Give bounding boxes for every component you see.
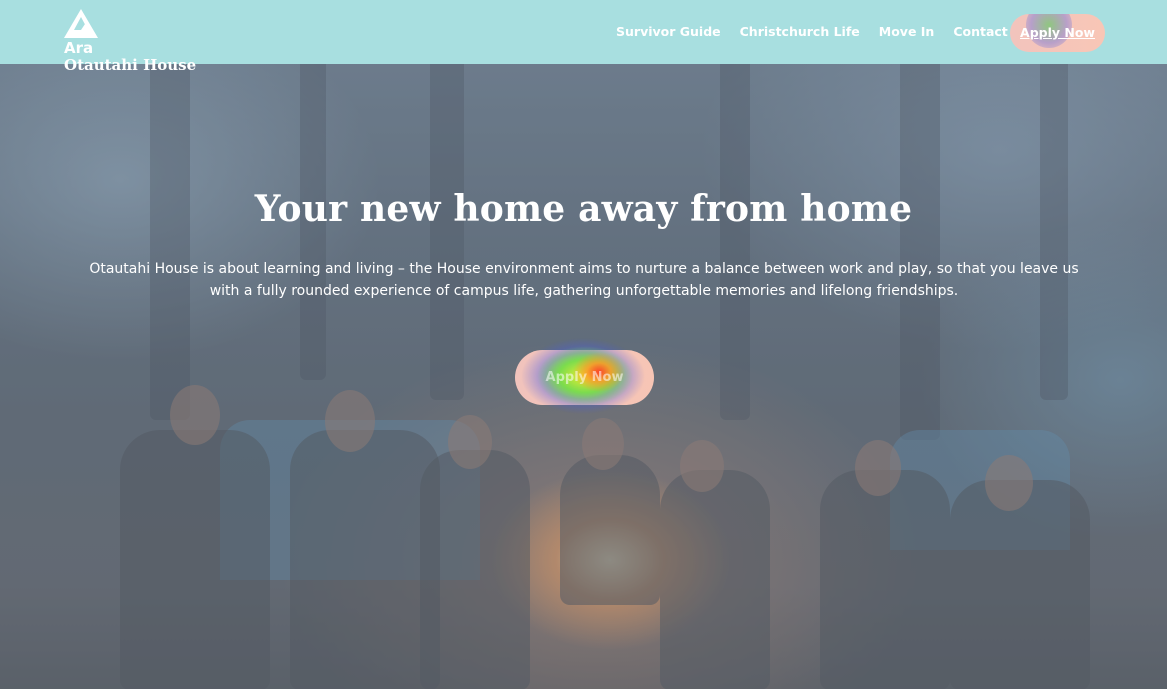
site-header: Survivor Guide Christchurch Life Move In… xyxy=(0,0,1167,64)
logo-text-ara: Ara xyxy=(64,39,94,57)
nav-item-contact[interactable]: Contact xyxy=(953,24,1007,40)
header-apply-now-label: Apply Now xyxy=(1020,25,1095,40)
nav-item-christchurch-life[interactable]: Christchurch Life xyxy=(740,24,860,40)
main-nav: Survivor Guide Christchurch Life Move In… xyxy=(616,24,1008,40)
header-apply-now-button[interactable]: Apply Now xyxy=(1010,14,1105,52)
hero-description: Otautahi House is about learning and liv… xyxy=(89,261,1079,299)
hero-apply-now-button[interactable]: Apply Now xyxy=(515,336,654,416)
ara-logo-icon xyxy=(64,9,99,38)
nav-item-move-in[interactable]: Move In xyxy=(879,24,935,40)
nav-item-survivor-guide[interactable]: Survivor Guide xyxy=(616,24,721,40)
hero-title: Your new home away from home xyxy=(254,188,913,231)
logo-text-house: Otautahi House xyxy=(64,56,197,74)
hero-apply-now-label: Apply Now xyxy=(545,370,624,385)
